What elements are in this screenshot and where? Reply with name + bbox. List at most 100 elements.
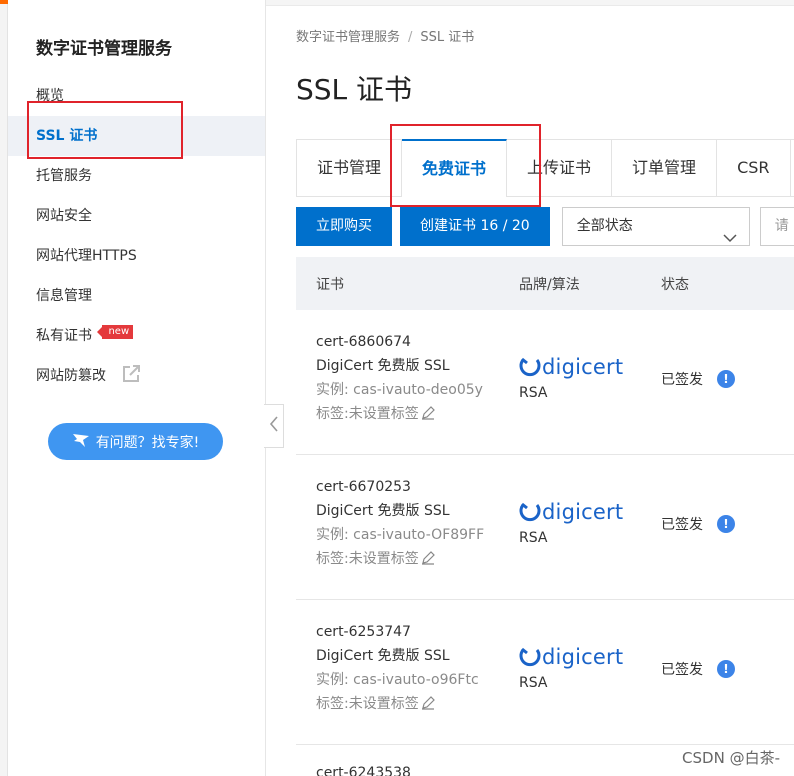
cert-name: DigiCert 免费版 SSL	[316, 358, 450, 374]
brand-name: digicert	[542, 500, 624, 524]
cert-name: DigiCert 免费版 SSL	[316, 503, 450, 519]
cert-tag: 标签:未设置标签	[316, 692, 499, 718]
table-row: cert-6860674 DigiCert 免费版 SSL 实例: cas-iv…	[296, 310, 794, 455]
tab-upload-certificate[interactable]: 上传证书	[507, 140, 613, 196]
left-edge-strip	[0, 0, 8, 776]
info-icon[interactable]: !	[717, 660, 735, 678]
sidebar-item-ssl-certificate[interactable]: SSL 证书	[8, 116, 265, 156]
cert-tag-label: 标签:未设置标签	[316, 696, 419, 712]
sidebar-item-label: 网站安全	[36, 208, 92, 224]
sidebar-nav: 概览 SSL 证书 托管服务 网站安全 网站代理HTTPS 信息管理 私有证书 …	[8, 76, 265, 396]
buy-now-button[interactable]: 立即购买	[296, 207, 392, 246]
cert-tag-label: 标签:未设置标签	[316, 551, 419, 567]
digicert-logo: digicert	[519, 643, 642, 671]
status-cell: 已签发 !	[642, 310, 794, 389]
tab-free-certificate[interactable]: 免费证书	[402, 139, 508, 197]
sidebar-item-label: 网站代理HTTPS	[36, 248, 137, 264]
breadcrumb-root[interactable]: 数字证书管理服务	[296, 30, 400, 45]
certificate-table: 证书 品牌/算法 状态 cert-6860674 DigiCert 免费版 SS…	[296, 257, 794, 776]
top-divider	[266, 0, 794, 6]
status-cell: 已签发 !	[642, 600, 794, 679]
brand-name: digicert	[542, 355, 624, 379]
sidebar-item-website-security[interactable]: 网站安全	[8, 196, 265, 236]
main-content: 数字证书管理服务 / SSL 证书 SSL 证书 证书管理 免费证书 上传证书 订单…	[266, 0, 794, 776]
cert-id[interactable]: cert-6860674	[316, 330, 499, 354]
sidebar-title: 数字证书管理服务	[36, 39, 172, 59]
column-header-brand: 品牌/算法	[519, 276, 580, 293]
algorithm: RSA	[519, 530, 548, 546]
sidebar-item-label: 信息管理	[36, 288, 92, 304]
digicert-mark-icon	[519, 502, 541, 522]
tab-bar: 证书管理 免费证书 上传证书 订单管理 CSR	[296, 139, 794, 197]
sidebar-item-anti-tamper[interactable]: 网站防篡改	[8, 356, 265, 396]
table-row: cert-6253747 DigiCert 免费版 SSL 实例: cas-iv…	[296, 600, 794, 745]
brand-cell: digicert RSA	[499, 600, 642, 691]
brand-cell: digicert RSA	[499, 310, 642, 401]
pencil-icon[interactable]	[421, 404, 435, 428]
sidebar-item-label: 概览	[36, 88, 64, 104]
info-icon[interactable]: !	[717, 370, 735, 388]
breadcrumb: 数字证书管理服务 / SSL 证书	[296, 26, 474, 45]
table-header: 证书 品牌/算法 状态	[296, 257, 794, 310]
breadcrumb-current: SSL 证书	[420, 30, 475, 45]
breadcrumb-separator: /	[408, 30, 413, 45]
page-title: SSL 证书	[296, 73, 413, 106]
cert-cell: cert-6860674 DigiCert 免费版 SSL 实例: cas-iv…	[296, 310, 499, 428]
status-text: 已签发	[661, 662, 703, 678]
digicert-logo: digicert	[519, 353, 642, 381]
column-header-status: 状态	[661, 276, 689, 293]
cert-tag: 标签:未设置标签	[316, 402, 499, 428]
cert-tag-label: 标签:未设置标签	[316, 406, 419, 422]
sidebar-item-managed-service[interactable]: 托管服务	[8, 156, 265, 196]
sidebar-item-label: 网站防篡改	[36, 368, 106, 384]
sidebar-item-label: SSL 证书	[36, 128, 98, 144]
cert-instance: 实例: cas-ivauto-OF89FF	[316, 527, 485, 543]
digicert-mark-icon	[519, 647, 541, 667]
cert-instance: 实例: cas-ivauto-deo05y	[316, 382, 483, 398]
sidebar-item-label: 私有证书	[36, 328, 92, 344]
sidebar-item-overview[interactable]: 概览	[8, 76, 265, 116]
toolbar: 立即购买 创建证书 16 / 20 全部状态 请	[296, 207, 794, 247]
cert-cell: cert-6253747 DigiCert 免费版 SSL 实例: cas-iv…	[296, 600, 499, 718]
sidebar: 数字证书管理服务 概览 SSL 证书 托管服务 网站安全 网站代理HTTPS 信…	[8, 0, 266, 776]
watermark: CSDN @白茶-	[682, 749, 780, 767]
pencil-icon[interactable]	[421, 549, 435, 573]
external-link-icon	[122, 359, 141, 399]
status-cell: 已签发 !	[642, 455, 794, 534]
algorithm: RSA	[519, 675, 548, 691]
tab-csr[interactable]: CSR	[717, 140, 791, 196]
create-certificate-button[interactable]: 创建证书 16 / 20	[400, 207, 550, 246]
brand-name: digicert	[542, 645, 624, 669]
ask-expert-label: 有问题？找专家!	[95, 434, 200, 451]
status-text: 已签发	[661, 372, 703, 388]
cert-id[interactable]: cert-6253747	[316, 620, 499, 644]
sidebar-item-private-certificate[interactable]: 私有证书 new	[8, 316, 265, 356]
table-row: cert-6670253 DigiCert 免费版 SSL 实例: cas-iv…	[296, 455, 794, 600]
brand-cell: digicert RSA	[499, 455, 642, 546]
tab-cert-management[interactable]: 证书管理	[296, 140, 403, 196]
status-text: 已签发	[661, 517, 703, 533]
search-input[interactable]: 请	[759, 207, 794, 246]
new-badge: new	[97, 325, 134, 339]
chevron-down-icon	[723, 221, 737, 258]
pencil-icon[interactable]	[421, 694, 435, 718]
cert-instance: 实例: cas-ivauto-o96Ftc	[316, 672, 479, 688]
digicert-logo: digicert	[519, 498, 642, 526]
digicert-mark-icon	[519, 357, 541, 377]
status-filter-value: 全部状态	[576, 218, 633, 234]
cert-id[interactable]: cert-6243538	[316, 765, 411, 776]
cert-cell: cert-6670253 DigiCert 免费版 SSL 实例: cas-iv…	[296, 455, 499, 573]
ask-expert-button[interactable]: 有问题？找专家!	[48, 423, 223, 460]
cert-name: DigiCert 免费版 SSL	[316, 648, 450, 664]
tab-order-management[interactable]: 订单管理	[612, 140, 718, 196]
sidebar-item-label: 托管服务	[36, 168, 92, 184]
cert-id[interactable]: cert-6670253	[316, 475, 499, 499]
sidebar-item-info-management[interactable]: 信息管理	[8, 276, 265, 316]
column-header-certificate: 证书	[316, 276, 344, 293]
chat-bird-icon	[72, 432, 90, 452]
status-filter-select[interactable]: 全部状态	[561, 207, 750, 246]
algorithm: RSA	[519, 385, 548, 401]
cert-tag: 标签:未设置标签	[316, 547, 499, 573]
sidebar-item-https-proxy[interactable]: 网站代理HTTPS	[8, 236, 265, 276]
info-icon[interactable]: !	[717, 515, 735, 533]
